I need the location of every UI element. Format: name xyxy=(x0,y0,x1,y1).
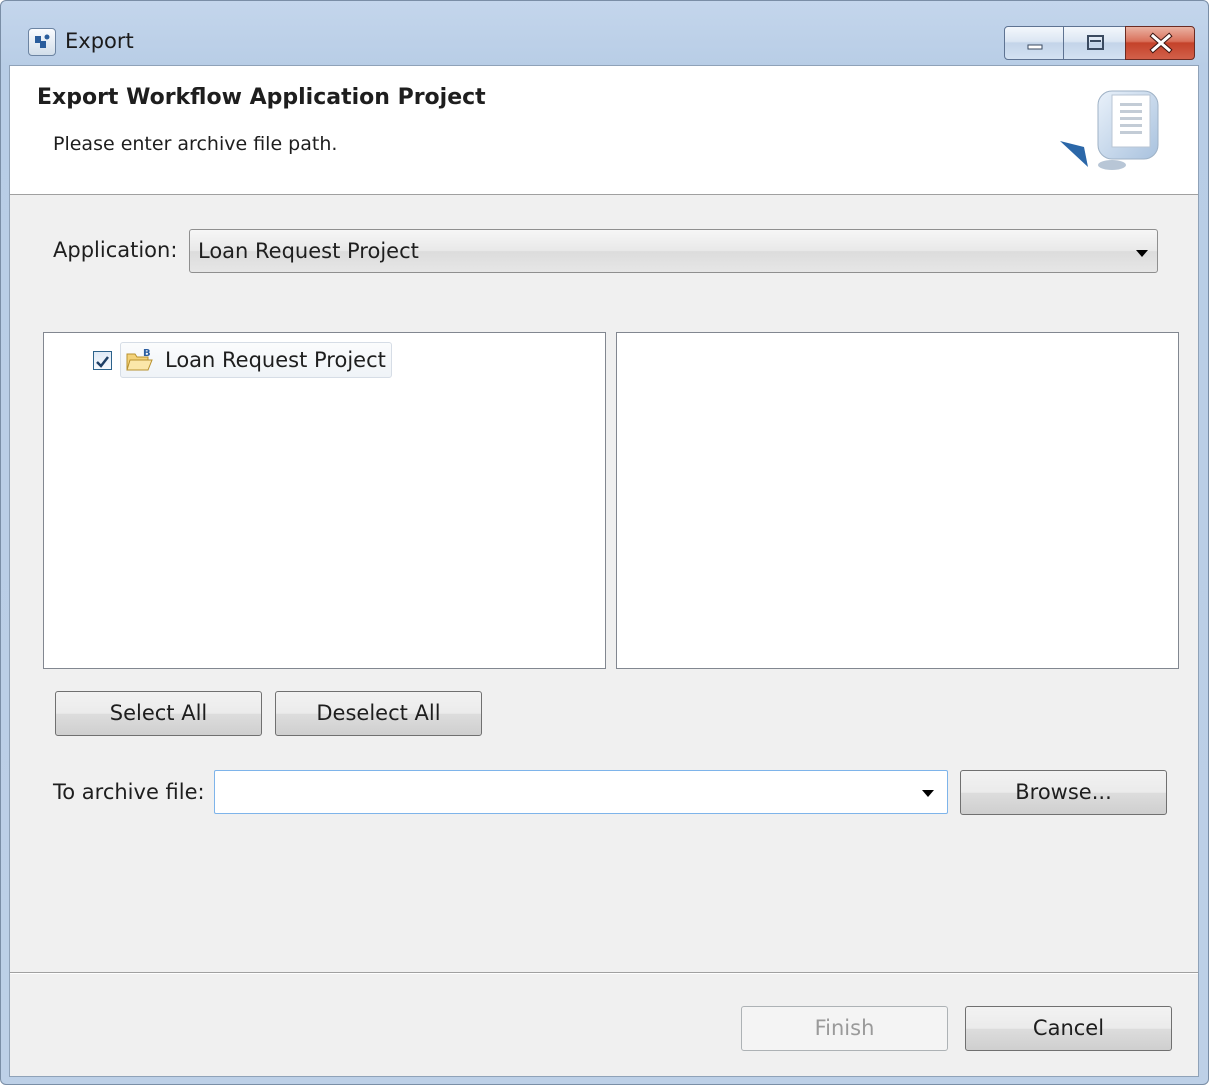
application-label: Application: xyxy=(53,238,178,262)
project-checkbox[interactable] xyxy=(93,351,112,370)
footer-divider xyxy=(10,972,1198,974)
project-contents-list[interactable] xyxy=(616,332,1179,669)
window-title: Export xyxy=(65,29,134,53)
close-button[interactable] xyxy=(1125,26,1195,60)
finish-button[interactable]: Finish xyxy=(741,1006,948,1051)
chevron-down-icon xyxy=(1136,250,1148,257)
project-tree[interactable]: B Loan Request Project xyxy=(43,332,606,669)
archive-file-label: To archive file: xyxy=(53,780,205,804)
browse-button[interactable]: Browse... xyxy=(960,770,1167,815)
svg-text:B: B xyxy=(143,348,151,359)
checkmark-icon xyxy=(96,356,109,368)
title-bar[interactable]: Export xyxy=(1,1,1208,65)
application-select-value: Loan Request Project xyxy=(198,239,419,263)
header-banner: Export Workflow Application Project Plea… xyxy=(10,66,1198,195)
dialog-body: Export Workflow Application Project Plea… xyxy=(9,65,1199,1077)
minimize-button[interactable] xyxy=(1004,26,1064,60)
project-folder-icon: B xyxy=(126,348,153,371)
cancel-button[interactable]: Cancel xyxy=(965,1006,1172,1051)
export-wizard-icon xyxy=(1060,90,1159,170)
minimize-icon xyxy=(1027,44,1043,50)
page-title: Export Workflow Application Project xyxy=(37,85,486,110)
tree-item-label: Loan Request Project xyxy=(165,348,386,372)
export-window: Export Export Workflow Application Proje… xyxy=(0,0,1209,1085)
chevron-down-icon[interactable] xyxy=(922,790,934,797)
close-icon xyxy=(1149,32,1173,54)
maximize-icon xyxy=(1087,35,1104,50)
archive-file-input[interactable] xyxy=(214,770,948,814)
page-description: Please enter archive file path. xyxy=(53,133,338,155)
select-all-button[interactable]: Select All xyxy=(55,691,262,736)
maximize-button[interactable] xyxy=(1063,26,1126,60)
deselect-all-button[interactable]: Deselect All xyxy=(275,691,482,736)
app-icon xyxy=(28,28,56,56)
application-select[interactable]: Loan Request Project xyxy=(189,229,1158,273)
